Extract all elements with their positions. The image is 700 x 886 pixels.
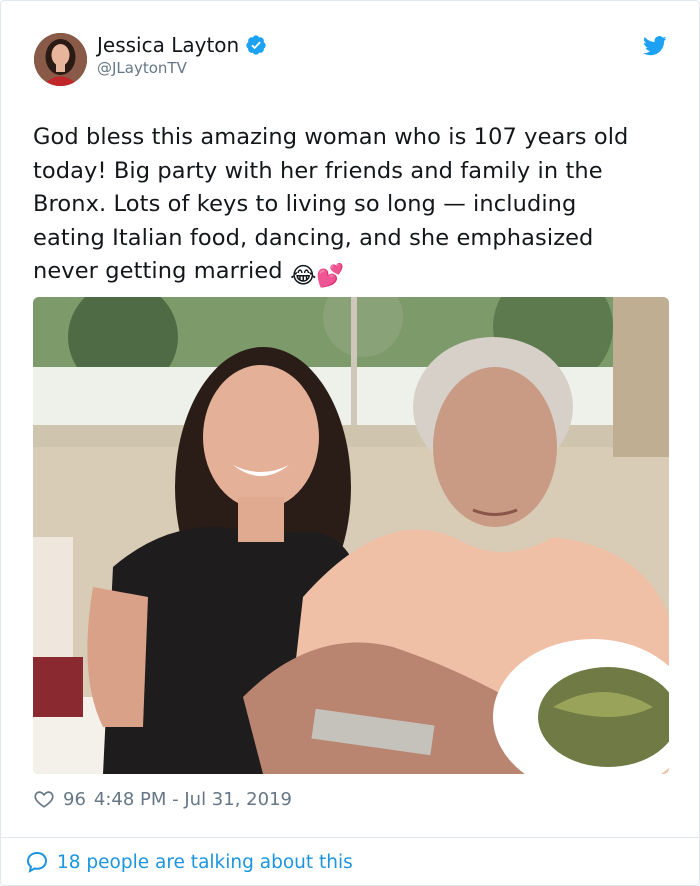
tweet-text-line: Bronx. Lots of keys to living so long — … (33, 191, 577, 217)
author-display-name[interactable]: Jessica Layton (97, 33, 239, 57)
like-count[interactable]: 96 (63, 789, 86, 810)
tweet-text-line-last: never getting married 😂💕 (33, 255, 673, 294)
tweet-text: God bless this amazing woman who is 107 … (33, 121, 673, 294)
photo-illustration (33, 297, 669, 774)
tweet-photo[interactable] (33, 297, 669, 774)
conversation-link[interactable]: 18 people are talking about this (25, 849, 353, 875)
tweet-card: Jessica Layton @JLaytonTV God bless this… (0, 0, 700, 886)
tweet-text-line: eating Italian food, dancing, and she em… (33, 224, 594, 251)
tweet-text-line: today! Big party with her friends and fa… (33, 157, 603, 184)
conversation-label[interactable]: 18 people are talking about this (57, 852, 353, 873)
speech-bubble-icon (26, 851, 48, 873)
avatar[interactable] (34, 33, 87, 86)
two-hearts-emoji: 💕 (316, 263, 345, 289)
tweet-text-line: God bless this amazing woman who is 107 … (33, 124, 629, 150)
tears-of-joy-emoji: 😂 (289, 263, 317, 289)
tweet-timestamp[interactable]: 4:48 PM - Jul 31, 2019 (94, 789, 292, 810)
tweet-text-line: never getting married (33, 258, 283, 284)
verified-badge-icon (246, 35, 266, 55)
heart-icon[interactable] (33, 788, 55, 810)
tweet-meta: 96 4:48 PM - Jul 31, 2019 (33, 787, 292, 811)
author-name[interactable]: Jessica Layton (97, 33, 267, 57)
divider (1, 837, 699, 838)
twitter-bird-icon[interactable] (643, 35, 667, 57)
author-handle[interactable]: @JLaytonTV (97, 59, 187, 77)
avatar-image (34, 33, 87, 86)
